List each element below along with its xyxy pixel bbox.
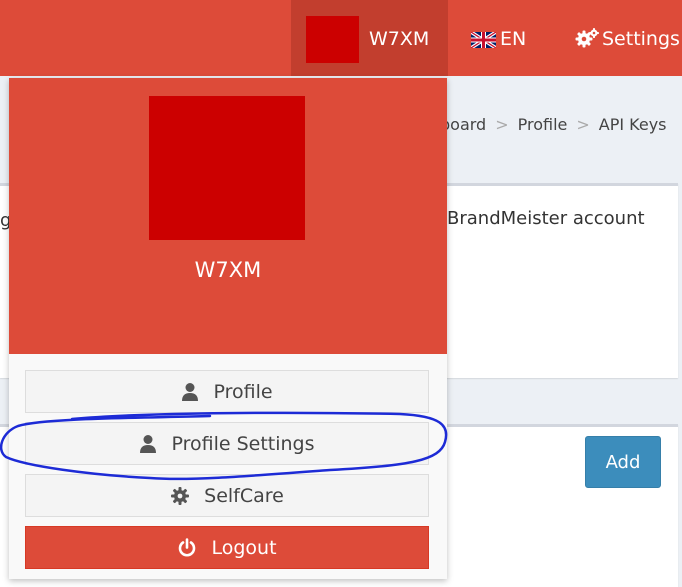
uk-flag-icon <box>470 30 497 50</box>
top-navbar: W7XM EN Settings <box>0 0 682 76</box>
account-description: BrandMeister account <box>447 208 645 229</box>
gear-icon <box>171 486 190 505</box>
breadcrumb-separator: > <box>576 115 590 134</box>
user-header: W7XM <box>9 78 447 354</box>
add-button[interactable]: Add <box>585 436 661 488</box>
profile-label: Profile <box>213 380 273 403</box>
selfcare-button[interactable]: SelfCare <box>25 474 429 517</box>
breadcrumb-item-api-keys: API Keys <box>598 115 667 134</box>
user-avatar-large <box>149 96 305 240</box>
power-icon <box>179 537 196 556</box>
logout-label: Logout <box>211 536 277 559</box>
settings-menu[interactable]: Settings <box>575 27 680 51</box>
logout-button[interactable]: Logout <box>25 526 429 569</box>
dropdown-username: W7XM <box>194 258 262 282</box>
breadcrumb-separator: > <box>495 115 509 134</box>
profile-settings-button[interactable]: Profile Settings <box>25 422 429 465</box>
profile-button[interactable]: Profile <box>25 370 429 413</box>
selfcare-label: SelfCare <box>204 484 284 507</box>
user-icon <box>182 382 199 401</box>
breadcrumb: board > Profile > API Keys <box>440 115 667 134</box>
navbar-username: W7XM <box>369 28 430 50</box>
user-dropdown-menu: W7XM Profile Profile Settings SelfCare L… <box>9 78 447 579</box>
user-avatar <box>306 16 359 63</box>
gears-icon <box>575 28 599 48</box>
user-menu-body: Profile Profile Settings SelfCare Logout <box>9 354 447 579</box>
user-menu-toggle[interactable]: W7XM <box>291 0 448 76</box>
user-icon <box>140 434 157 453</box>
language-label: EN <box>500 28 527 50</box>
breadcrumb-item-profile[interactable]: Profile <box>518 115 568 134</box>
profile-settings-label: Profile Settings <box>171 432 315 455</box>
settings-label: Settings <box>602 28 680 50</box>
language-selector[interactable]: EN <box>470 27 527 51</box>
